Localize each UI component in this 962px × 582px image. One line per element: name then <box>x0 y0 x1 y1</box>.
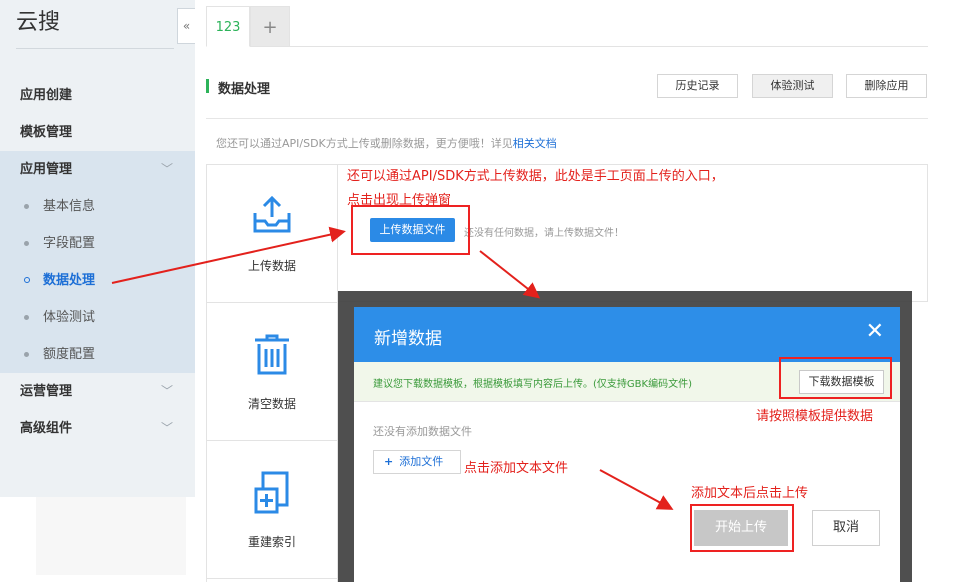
chevron-down-icon: ﹀ <box>160 421 173 435</box>
no-data-hint: 还没有任何数据，请上传数据文件！ <box>464 228 624 239</box>
upload-data-card[interactable]: 上传数据 <box>207 165 337 303</box>
annotation-text: 点击添加文本文件 <box>464 461 569 476</box>
api-tip-text: 您还可以通过API/SDK方式上传或删除数据，更方便哦！详见 <box>216 137 513 150</box>
sidebar-item-label: 应用管理 <box>20 162 73 177</box>
collapse-sidebar-icon[interactable]: « <box>177 8 195 44</box>
bullet-icon <box>24 277 30 283</box>
annotation-text: 添加文本后点击上传 <box>691 486 809 501</box>
add-file-button[interactable]: + 添加文件 <box>373 450 461 474</box>
sidebar-subitem-quota-config[interactable]: 额度配置 <box>0 336 195 373</box>
sidebar-subitem-label: 数据处理 <box>43 273 96 288</box>
page-title: 数据处理 <box>218 82 271 97</box>
history-button[interactable]: 历史记录 <box>657 74 738 98</box>
sidebar-subitem-field-config[interactable]: 字段配置 <box>0 225 195 262</box>
sidebar-item-template-manage[interactable]: 模板管理 <box>0 114 195 151</box>
notice-text: 建议您下载数据模板，根据模板填写内容后上传。(仅支持GBK编码文件) <box>373 379 692 390</box>
add-data-modal: 新增数据 ✕ 建议您下载数据模板，根据模板填写内容后上传。(仅支持GBK编码文件… <box>354 307 900 582</box>
sidebar-item-label: 运营管理 <box>20 384 73 399</box>
modal-title: 新增数据 <box>374 329 442 349</box>
close-icon[interactable]: ✕ <box>866 321 884 343</box>
modal-header: 新增数据 ✕ <box>354 307 900 362</box>
action-cards: 上传数据 清空数据 重建索引 <box>206 164 338 582</box>
annotation-text: 还可以通过API/SDK方式上传数据，此处是手工页面上传的入口， <box>347 169 724 184</box>
sidebar-subitem-label: 额度配置 <box>43 347 96 362</box>
sidebar-subitem-trial-test[interactable]: 体验测试 <box>0 299 195 336</box>
upload-tray-icon <box>253 195 291 233</box>
sidebar-item-label: 高级组件 <box>20 421 73 436</box>
delete-app-button[interactable]: 删除应用 <box>846 74 927 98</box>
bullet-icon <box>24 352 29 357</box>
cancel-button[interactable]: 取消 <box>812 510 880 546</box>
plus-icon: + <box>384 455 394 468</box>
annotation-box-upload <box>351 205 470 255</box>
sidebar-item-ops-manage[interactable]: 运营管理 ﹀ <box>0 373 195 410</box>
sidebar-item-app-create[interactable]: 应用创建 <box>0 77 195 114</box>
chevron-down-icon: ﹀ <box>160 384 173 398</box>
no-file-text: 还没有添加数据文件 <box>373 425 472 438</box>
sidebar-subitem-basic-info[interactable]: 基本信息 <box>0 188 195 225</box>
annotation-box-start <box>690 504 794 552</box>
card-label: 清空数据 <box>247 397 296 411</box>
app-logo: 云搜 <box>16 10 61 35</box>
logo-divider <box>16 48 174 49</box>
sidebar-subitem-label: 体验测试 <box>43 310 96 325</box>
bullet-icon <box>24 315 29 320</box>
clear-data-card[interactable]: 清空数据 <box>207 303 337 441</box>
api-tip: 您还可以通过API/SDK方式上传或删除数据，更方便哦！详见相关文档 <box>216 135 557 151</box>
trash-icon <box>255 334 289 375</box>
sidebar-menu: 应用创建 模板管理 应用管理 ﹀ 基本信息 字段配置 数据处理 体验测试 额度配… <box>0 77 195 447</box>
tab-bar-line <box>206 46 928 47</box>
card-label: 上传数据 <box>247 259 296 273</box>
add-tab-button[interactable]: + <box>250 6 290 47</box>
sidebar-subitem-label: 字段配置 <box>43 236 96 251</box>
tab-123[interactable]: 123 <box>206 6 250 47</box>
bullet-icon <box>24 241 29 246</box>
chevron-down-icon: ﹀ <box>160 162 173 176</box>
sidebar-subitem-label: 基本信息 <box>43 199 96 214</box>
annotation-box-download <box>779 357 892 399</box>
header-divider <box>206 118 928 119</box>
docs-link[interactable]: 相关文档 <box>513 137 557 150</box>
section-marker <box>206 79 209 93</box>
rebuild-index-card[interactable]: 重建索引 <box>207 441 337 579</box>
annotation-text: 请按照模板提供数据 <box>756 409 874 424</box>
trial-test-button[interactable]: 体验测试 <box>752 74 833 98</box>
sidebar-item-advanced[interactable]: 高级组件 ﹀ <box>0 410 195 447</box>
sidebar-footer-block <box>36 497 186 575</box>
sidebar-group-app-manage: 应用管理 ﹀ 基本信息 字段配置 数据处理 体验测试 额度配置 <box>0 151 195 373</box>
sidebar-item-app-manage[interactable]: 应用管理 ﹀ <box>0 151 195 188</box>
annotation-text: 点击出现上传弹窗 <box>347 193 452 208</box>
card-label: 重建索引 <box>247 535 296 549</box>
add-file-label: 添加文件 <box>399 455 444 468</box>
sidebar-subitem-data-processing[interactable]: 数据处理 <box>0 262 195 299</box>
bullet-icon <box>24 204 29 209</box>
sidebar: 云搜 « 应用创建 模板管理 应用管理 ﹀ 基本信息 字段配置 数据处理 体验测… <box>0 0 195 497</box>
add-document-icon <box>254 471 289 514</box>
